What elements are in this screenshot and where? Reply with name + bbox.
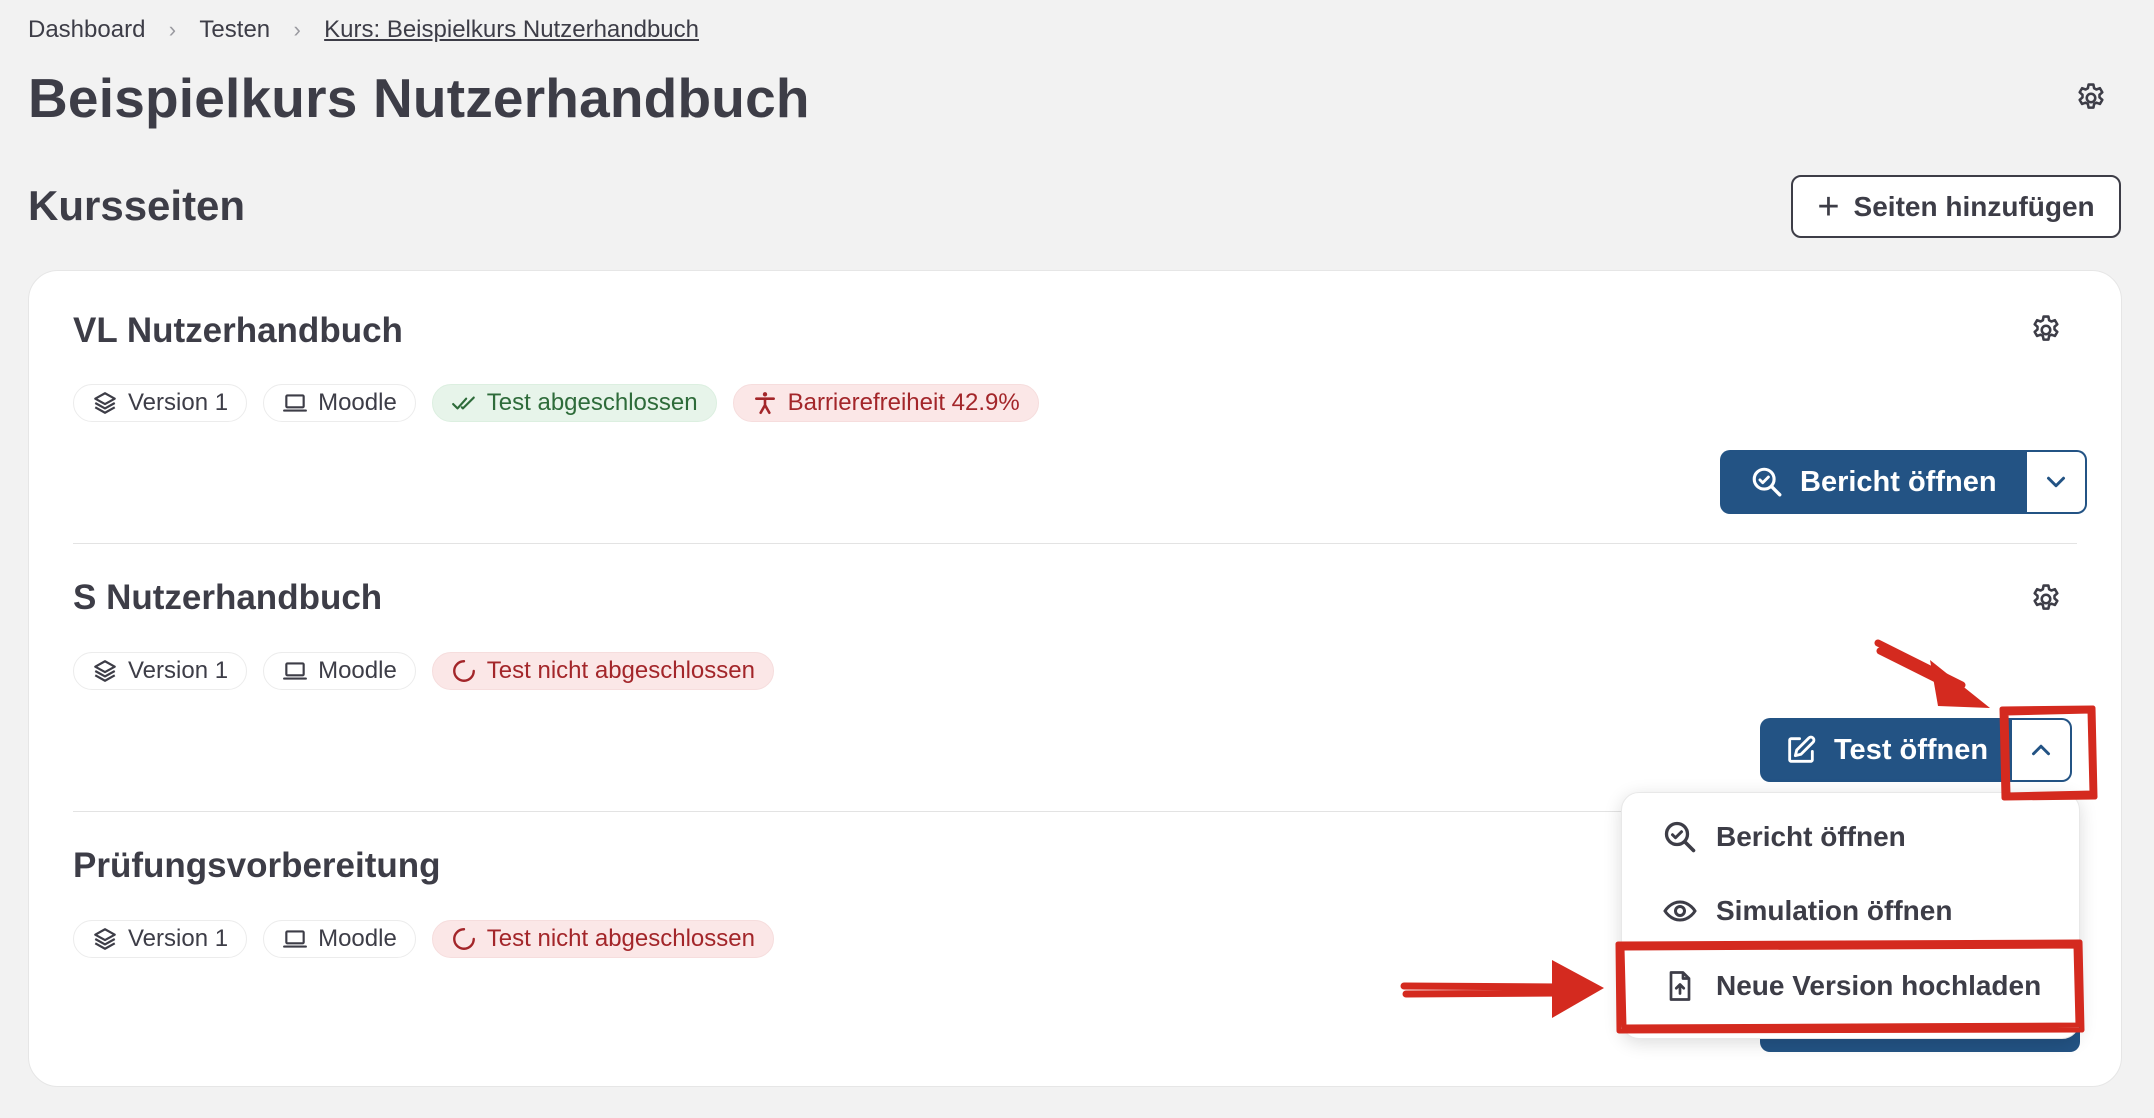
annotation-box-upload	[1615, 939, 2085, 1034]
annotation-box-toggle	[1999, 705, 2098, 801]
annotation-arrow-upload	[1400, 960, 1604, 1018]
annotation-overlay	[1400, 639, 2098, 1034]
annotation-arrow-toggle	[1874, 639, 1990, 708]
